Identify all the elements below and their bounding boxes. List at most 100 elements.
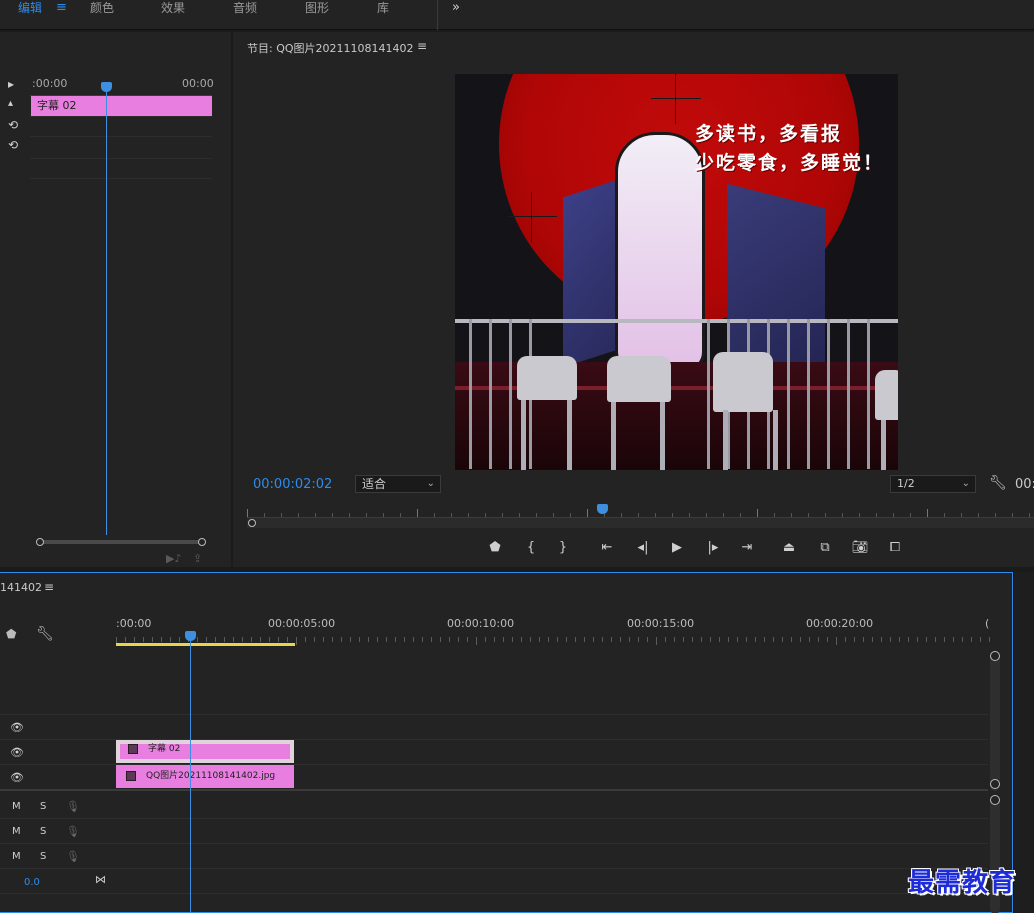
sequence-tab[interactable]: 141402 [0,581,42,594]
ruler-tick [305,637,306,642]
scrollbar-handle[interactable] [990,795,1000,805]
scrollbar-left-handle[interactable] [36,538,44,546]
eye-icon[interactable]: 👁︎ [10,746,24,759]
ruler-tick [818,637,819,642]
step-forward-icon[interactable]: |▸ [701,538,725,558]
scrollbar-handle[interactable] [990,651,1000,661]
ruler-tick [827,637,828,642]
ruler-tick [143,637,144,642]
go-to-out-icon[interactable]: ⇥ [735,538,759,558]
sequence-menu-icon[interactable]: ≡ [44,580,54,594]
ruler-tick [961,513,962,517]
scrollbar-track[interactable] [40,540,202,544]
workspace-tab-audio[interactable]: 音频 [233,0,257,16]
scrollbar-handle[interactable] [248,519,256,527]
timeline-clip-title[interactable]: 字幕 02 [116,740,294,763]
ruler-tick [332,637,333,642]
reset-keyframe-icon[interactable]: ⟲ [8,138,18,152]
ruler-tick [1029,513,1030,517]
track-divider [0,893,988,894]
mark-in-icon[interactable]: { [519,538,543,558]
source-clip[interactable]: 字幕 02 [31,96,212,116]
go-to-in-icon[interactable]: ⇤ [595,538,619,558]
program-zoom-scrollbar[interactable] [247,518,1034,528]
fit-zoom-select[interactable]: 适合 ⌄ [355,475,441,493]
railing-bar [469,319,472,469]
mute-button[interactable]: M [12,851,21,862]
bowtie-icon[interactable]: ⋈ [95,873,106,886]
eye-icon[interactable]: 👁︎ [10,771,24,784]
timeline-playhead[interactable] [185,631,196,641]
program-timecode[interactable]: 00:00:02:02 [253,477,332,492]
ruler-tick [152,637,153,642]
ruler-tick [296,637,297,645]
scrollbar-handle[interactable] [990,779,1000,789]
timeline-time-ruler[interactable]: :00:00 00:00:05:00 00:00:10:00 00:00:15:… [116,601,990,645]
workspace-tab-effects[interactable]: 效果 [161,0,185,16]
timeline-clip-image[interactable]: QQ图片20211108141402.jpg [116,765,294,788]
wrench-icon[interactable]: 🔧︎ [36,626,54,642]
solo-button[interactable]: S [40,826,46,837]
ruler-label: 00:00:15:00 [627,617,695,630]
workspace-bar: 编辑 ≡ 颜色 效果 音频 图形 库 » [0,0,1034,30]
solo-button[interactable]: S [40,801,46,812]
work-area-bar[interactable] [116,643,295,646]
program-time-ruler[interactable] [247,504,1034,518]
collapse-triangle-icon[interactable]: ▴ [8,98,13,109]
mute-button[interactable]: M [12,826,21,837]
solo-button[interactable]: S [40,851,46,862]
wrench-icon[interactable]: 🔧︎ [989,475,1007,491]
export-frame-camera-icon[interactable]: 📷︎ [848,538,872,558]
workspace-tab-color[interactable]: 颜色 [90,0,114,16]
workspace-tab-edit[interactable]: 编辑 [18,0,42,16]
clip-body [120,744,290,759]
railing-bar [867,319,870,469]
lift-icon[interactable]: ⏏︎ [777,538,801,558]
expand-triangle-icon[interactable]: ▸ [8,77,14,91]
workspace-tab-library[interactable]: 库 [377,0,389,16]
ruler-tick [440,637,441,642]
microphone-icon[interactable]: 🎙︎ [66,850,80,863]
video-tracks-scrollbar[interactable] [990,651,1000,791]
step-back-icon[interactable]: ◂| [631,538,655,558]
chair-leg [723,410,728,470]
title-text-overlay: 多读书，多看报 少吃零食，多睡觉！ [695,120,895,178]
ruler-tick [224,637,225,642]
microphone-icon[interactable]: 🎙︎ [66,825,80,838]
program-menu-icon[interactable]: ≡ [417,39,427,53]
undo-keyframe-icon[interactable]: ⟲ [8,118,18,132]
video-audio-divider [0,789,988,791]
source-zoom-scrollbar[interactable] [36,538,206,546]
source-timecode-end: 00:00 [182,77,214,90]
playback-resolution-select[interactable]: 1/2 ⌄ [890,475,976,493]
program-playhead[interactable] [597,504,608,514]
ruler-tick [179,637,180,642]
more-workspaces-icon[interactable]: » [452,0,460,16]
ruler-tick [672,513,673,517]
eye-icon[interactable]: 👁︎ [10,721,24,734]
ruler-tick [723,513,724,517]
audio-output-icon[interactable]: ▶♪ [166,552,181,565]
workspace-tab-graphics[interactable]: 图形 [305,0,329,16]
scrollbar-right-handle[interactable] [198,538,206,546]
mark-out-icon[interactable]: } [551,538,575,558]
microphone-icon[interactable]: 🎙︎ [66,800,80,813]
mute-button[interactable]: M [12,801,21,812]
compare-view-icon[interactable]: ⧠ [883,538,907,558]
ruler-tick [431,637,432,642]
workspace-menu-icon[interactable]: ≡ [56,0,67,16]
chair [713,352,773,412]
master-volume-value[interactable]: 0.0 [24,877,40,888]
ruler-tick [315,513,316,517]
ruler-tick [570,513,571,517]
ruler-tick [863,637,864,642]
play-icon[interactable]: ▶ [665,538,689,558]
ruler-tick [161,637,162,642]
ruler-tick [953,637,954,642]
export-icon[interactable]: ⇪ [193,552,202,565]
extract-icon[interactable]: ⧉ [813,538,837,558]
add-marker-icon[interactable]: ⬟ [6,627,16,641]
add-marker-icon[interactable]: ⬟ [483,538,507,558]
ruler-tick [575,637,576,642]
ruler-tick [530,637,531,642]
